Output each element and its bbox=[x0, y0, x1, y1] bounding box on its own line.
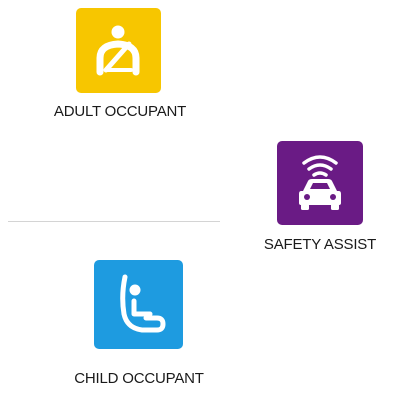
child-occupant-tile bbox=[94, 260, 183, 349]
child-occupant-seat-icon bbox=[120, 274, 166, 333]
adult-occupant-label: ADULT OCCUPANT bbox=[53, 103, 187, 120]
adult-occupant-seatbelt-icon bbox=[96, 25, 140, 76]
section-divider bbox=[8, 221, 220, 222]
adult-occupant-tile bbox=[76, 8, 161, 93]
safety-assist-label: SAFETY ASSIST bbox=[263, 236, 377, 253]
safety-assist-tile bbox=[277, 141, 363, 225]
safety-assist-car-sensor-icon bbox=[299, 155, 341, 210]
child-occupant-label: CHILD OCCUPANT bbox=[74, 370, 204, 387]
